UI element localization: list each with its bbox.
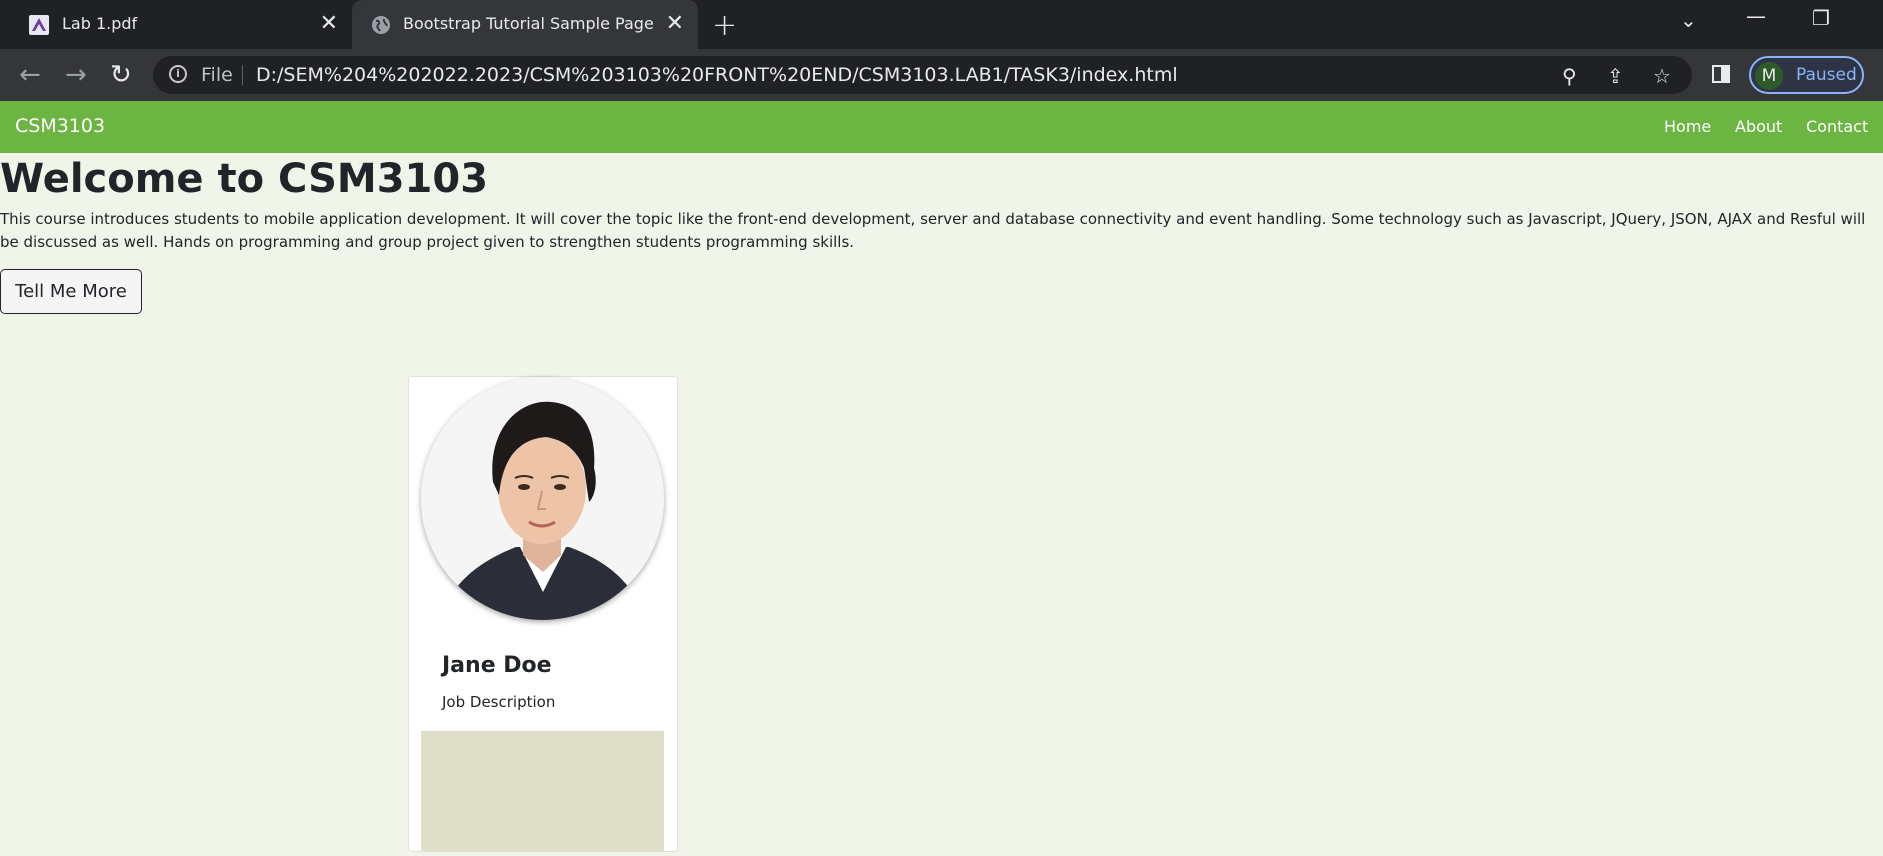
profile-card: Jane Doe Job Description: [408, 376, 678, 852]
profile-button[interactable]: M Paused: [1749, 56, 1864, 94]
globe-icon: [372, 16, 390, 34]
tab-search-icon[interactable]: ⌄: [1680, 8, 1697, 32]
minimize-icon[interactable]: —: [1746, 4, 1766, 28]
profile-photo: [421, 377, 664, 620]
avatar: M: [1755, 62, 1783, 90]
back-icon[interactable]: ←: [19, 60, 41, 90]
tab-title: Lab 1.pdf: [62, 14, 138, 33]
tab-strip: Lab 1.pdf ✕ Bootstrap Tutorial Sample Pa…: [0, 0, 1883, 49]
bookmark-star-icon[interactable]: ☆: [1653, 64, 1671, 88]
close-tab-icon[interactable]: ✕: [320, 11, 338, 36]
portrait-image: [421, 377, 664, 620]
side-panel-icon[interactable]: [1712, 65, 1730, 83]
address-bar[interactable]: i File D:/SEM%204%202022.2023/CSM%203103…: [153, 56, 1692, 94]
divider: [242, 65, 243, 85]
pdf-icon: [29, 15, 49, 35]
nav-link-contact[interactable]: Contact: [1806, 117, 1868, 136]
scheme-label: File: [201, 64, 233, 86]
hero-description: This course introduces students to mobil…: [0, 210, 1866, 251]
card-footer-panel: [421, 731, 664, 851]
share-icon[interactable]: ⇪: [1607, 64, 1624, 88]
profile-status: Paused: [1796, 65, 1857, 85]
browser-toolbar: ← → ↻ i File D:/SEM%204%202022.2023/CSM%…: [0, 49, 1883, 101]
tab-bootstrap-sample[interactable]: Bootstrap Tutorial Sample Page ✕: [352, 0, 698, 49]
site-navbar: CSM3103 Home About Contact: [0, 101, 1883, 153]
zoom-icon[interactable]: ⚲: [1562, 64, 1577, 88]
reload-icon[interactable]: ↻: [110, 60, 132, 90]
card-name: Jane Doe: [442, 653, 552, 678]
nav-link-home[interactable]: Home: [1664, 117, 1711, 136]
forward-icon[interactable]: →: [65, 60, 87, 90]
site-info-icon[interactable]: i: [169, 65, 187, 83]
card-description: Job Description: [442, 693, 556, 711]
url-text[interactable]: D:/SEM%204%202022.2023/CSM%203103%20FRON…: [256, 64, 1178, 86]
restore-icon[interactable]: ❐: [1812, 6, 1830, 30]
navbar-brand[interactable]: CSM3103: [15, 115, 105, 137]
new-tab-icon[interactable]: +: [712, 8, 737, 43]
tab-lab1-pdf[interactable]: Lab 1.pdf ✕: [0, 0, 352, 49]
nav-link-about[interactable]: About: [1735, 117, 1782, 136]
page-title: Welcome to CSM3103: [0, 156, 489, 202]
tab-title: Bootstrap Tutorial Sample Page: [403, 14, 654, 33]
close-tab-icon[interactable]: ✕: [666, 11, 684, 36]
tell-me-more-button[interactable]: Tell Me More: [0, 269, 142, 314]
